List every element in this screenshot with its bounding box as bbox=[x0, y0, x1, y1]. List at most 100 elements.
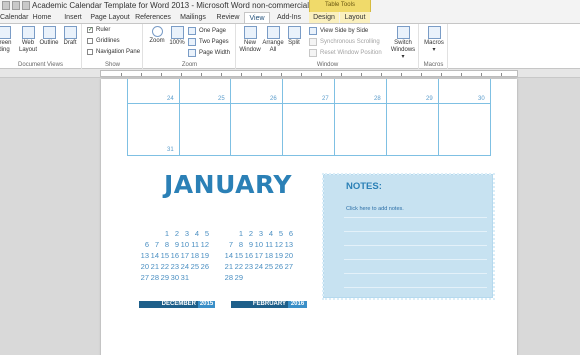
day-number: 29 bbox=[426, 96, 433, 102]
reset-window-position-icon bbox=[309, 49, 317, 57]
full-screen-reading-button[interactable]: creen ding bbox=[0, 26, 13, 54]
group-label-zoom: Zoom bbox=[181, 62, 198, 68]
group-label-window: Window bbox=[316, 62, 339, 68]
mini-calendar-label-february: FEBRUARY 2016 bbox=[231, 301, 307, 308]
macros-icon bbox=[427, 26, 441, 39]
mini-calendar-row: 14 15 16 17 18 19 20 bbox=[224, 251, 293, 260]
grid-line bbox=[282, 79, 283, 155]
grid-line bbox=[127, 155, 491, 156]
full-screen-reading-icon bbox=[0, 26, 11, 39]
magnifier-icon bbox=[151, 26, 163, 37]
mini-calendar-row: 21 22 23 24 25 26 27 bbox=[224, 262, 293, 271]
side-by-side-icon bbox=[309, 27, 317, 35]
mini-calendar-row: 12345 bbox=[164, 229, 209, 238]
group-document-views: creen ding Web Layout Outline Draft Docu… bbox=[0, 24, 82, 69]
group-label-show: Show bbox=[104, 62, 120, 68]
page-width-button[interactable]: Page Width bbox=[188, 49, 230, 57]
notes-line bbox=[344, 287, 487, 288]
outline-icon bbox=[42, 26, 56, 39]
ruler-checkbox[interactable]: ✓ Ruler bbox=[87, 27, 110, 33]
new-window-button[interactable]: New Window bbox=[239, 26, 261, 54]
group-zoom: Zoom 100% One Page Two Pages Page Width … bbox=[144, 24, 236, 69]
zoom-button[interactable]: Zoom bbox=[147, 26, 167, 45]
day-number: 26 bbox=[270, 96, 277, 102]
notes-panel[interactable]: NOTES: Click here to add notes. bbox=[322, 173, 495, 300]
notes-line bbox=[344, 259, 487, 260]
switch-windows-button[interactable]: Switch Windows ▾ bbox=[389, 26, 417, 61]
table-tools-context-band: Table Tools bbox=[309, 0, 371, 12]
mini-calendar-row: 20 21 22 23 24 25 26 bbox=[140, 262, 209, 271]
day-number: 27 bbox=[322, 96, 329, 102]
draft-button[interactable]: Draft bbox=[61, 26, 79, 47]
grid-line bbox=[127, 103, 491, 104]
notes-line bbox=[344, 217, 487, 218]
notes-line bbox=[344, 273, 487, 274]
quick-access-toolbar bbox=[2, 1, 30, 10]
mini-calendar-row: 123456 bbox=[238, 229, 293, 238]
day-number: 28 bbox=[374, 96, 381, 102]
mini-calendar-row: 13 14 15 16 17 18 19 bbox=[140, 251, 209, 260]
mini-calendar-year: 2015 bbox=[198, 301, 215, 308]
one-page-icon bbox=[188, 27, 196, 35]
mini-calendar-year: 2016 bbox=[288, 301, 307, 308]
mini-calendar-row: 27 28 29 30 31 bbox=[140, 273, 189, 282]
grid-line bbox=[230, 79, 231, 155]
notes-placeholder[interactable]: Click here to add notes. bbox=[346, 206, 404, 212]
navigation-pane-checkbox[interactable]: Navigation Pane bbox=[87, 49, 140, 55]
mini-calendar-row: 6 7 8 9 10 11 12 bbox=[144, 240, 209, 249]
group-macros: Macros ▾ Macros bbox=[420, 24, 448, 69]
save-icon[interactable] bbox=[12, 1, 20, 10]
undo-icon[interactable] bbox=[22, 1, 30, 10]
synchronous-scrolling-button[interactable]: Synchronous Scrolling bbox=[309, 38, 380, 46]
window-title: Academic Calendar Template for Word 2013… bbox=[32, 1, 316, 10]
mini-calendar-month: FEBRUARY bbox=[231, 301, 288, 308]
grid-line bbox=[127, 79, 128, 155]
grid-line bbox=[334, 79, 335, 155]
two-pages-button[interactable]: Two Pages bbox=[188, 38, 229, 46]
switch-windows-icon bbox=[396, 26, 410, 39]
one-page-button[interactable]: One Page bbox=[188, 27, 226, 35]
grid-line bbox=[438, 79, 439, 155]
document-page[interactable]: 24 25 26 27 28 29 30 31 JANUARY 12345 67… bbox=[101, 79, 517, 355]
zoom-100-button[interactable]: 100% bbox=[168, 26, 186, 47]
reset-window-position-button[interactable]: Reset Window Position bbox=[309, 49, 382, 57]
title-bar: Academic Calendar Template for Word 2013… bbox=[0, 0, 580, 12]
group-show: ✓ Ruler Gridlines Navigation Pane Show bbox=[83, 24, 143, 69]
zoom-100-icon bbox=[170, 26, 184, 39]
web-layout-icon bbox=[21, 26, 35, 39]
macros-button[interactable]: Macros ▾ bbox=[422, 26, 446, 54]
word-window: Academic Calendar Template for Word 2013… bbox=[0, 0, 580, 355]
split-button[interactable]: Split bbox=[285, 26, 303, 47]
mini-calendar-label-december: DECEMBER 2015 bbox=[139, 301, 215, 308]
draft-icon bbox=[63, 26, 77, 39]
mini-calendar-row: 28 29 bbox=[224, 273, 243, 282]
arrange-all-button[interactable]: Arrange All bbox=[262, 26, 284, 54]
ruler-track bbox=[100, 70, 518, 77]
new-window-icon bbox=[243, 26, 257, 39]
notes-line bbox=[344, 245, 487, 246]
gridlines-checkbox[interactable]: Gridlines bbox=[87, 38, 120, 44]
page-width-icon bbox=[188, 49, 196, 57]
month-title: JANUARY bbox=[164, 170, 292, 199]
group-label-macros: Macros bbox=[423, 62, 444, 68]
synchronous-scrolling-icon bbox=[309, 38, 317, 46]
grid-line bbox=[179, 79, 180, 155]
day-number: 31 bbox=[167, 147, 174, 153]
web-layout-button[interactable]: Web Layout bbox=[18, 26, 38, 54]
notes-title: NOTES: bbox=[346, 181, 382, 192]
outline-button[interactable]: Outline bbox=[38, 26, 60, 47]
ribbon: creen ding Web Layout Outline Draft Docu… bbox=[0, 23, 580, 69]
view-side-by-side-button[interactable]: View Side by Side bbox=[309, 27, 368, 35]
two-pages-icon bbox=[188, 38, 196, 46]
split-icon bbox=[287, 26, 301, 39]
group-window: New Window Arrange All Split View Side b… bbox=[237, 24, 419, 69]
grid-line bbox=[490, 79, 491, 155]
mini-calendar-month: DECEMBER bbox=[139, 301, 198, 308]
group-label-document-views: Document Views bbox=[18, 62, 63, 68]
word-app-icon[interactable] bbox=[2, 1, 10, 10]
horizontal-ruler[interactable] bbox=[0, 69, 580, 78]
day-number: 25 bbox=[218, 96, 225, 102]
day-number: 24 bbox=[167, 96, 174, 102]
grid-line bbox=[386, 79, 387, 155]
context-tab-group-label: Table Tools bbox=[325, 2, 355, 8]
